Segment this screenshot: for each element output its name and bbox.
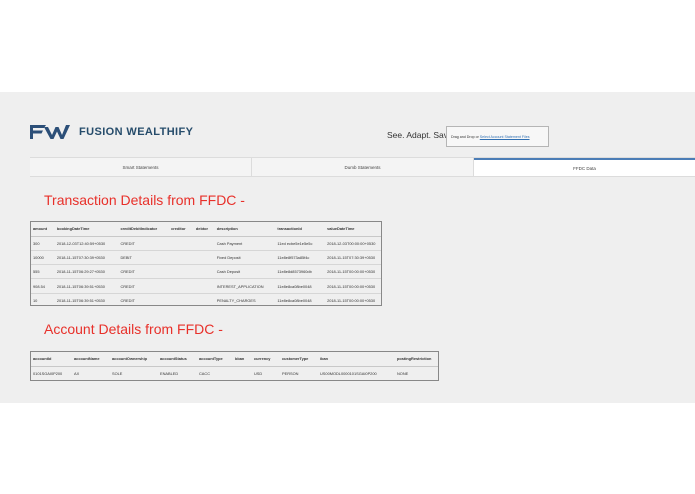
drop-zone-text: Drag and Drop or [451, 134, 479, 139]
table-header-row: amount bookingDateTime creditDebitIndica… [31, 222, 381, 237]
table-cell: PENALTY_CHARGES [214, 293, 276, 305]
table-cell: ENABLED [158, 366, 197, 380]
column-header: creditor [169, 222, 194, 237]
tab-dumb-statements[interactable]: Dumb Statements [252, 158, 474, 176]
table-header-row: accountId accountName accountOwnership a… [31, 352, 438, 367]
table-cell: 2018-11-15T06:39:51+0530 [54, 293, 119, 305]
tab-ffdc-data[interactable]: FFDC Data [474, 158, 695, 176]
column-header: debtor [193, 222, 215, 237]
table-cell: 11ed ecbe5e1e5e5c [275, 236, 326, 251]
table-row: 555 2018-11-15T06:29:27+0530 CREDIT Cash… [31, 264, 381, 280]
tagline: See. Adapt. Save. [387, 130, 456, 140]
transaction-details-title: Transaction Details from FFDC - [44, 192, 245, 208]
table-cell: US00MODL0000101SGAI0P200 [318, 366, 395, 380]
table-cell: 11e8e8d8573960db [275, 264, 326, 280]
column-header: creditDebitIndicator [118, 222, 170, 237]
fw-logo-icon [30, 125, 70, 139]
accounts-table-container[interactable]: accountId accountName accountOwnership a… [30, 351, 439, 381]
account-details-title: Account Details from FFDC - [44, 321, 223, 337]
table-cell: 2018-12-03T00:00:00+0530 [325, 236, 381, 251]
table-cell: Cash Deposit [214, 264, 276, 280]
table-cell [233, 366, 252, 380]
table-cell: CREDIT [118, 236, 170, 251]
tab-smart-statements[interactable]: Smart Statements [30, 158, 252, 176]
column-header: postingRestriction [395, 352, 438, 367]
table-row: 908.54 2018-11-15T06:39:51+0530 CREDIT I… [31, 278, 381, 294]
brand-name: FUSION WEALTHIFY [79, 126, 194, 138]
table-row: 10000 2018-11-15T07:30:39+0530 DEBIT Fix… [31, 250, 381, 266]
table-cell: 908.54 [31, 278, 55, 294]
column-header: valueDateTime [325, 222, 381, 237]
table-cell: 2018-11-15T06:29:27+0530 [54, 264, 119, 280]
table-cell: CREDIT [118, 264, 170, 280]
column-header: iban [318, 352, 395, 367]
table-cell: Fixed Deposit [214, 250, 276, 266]
column-header: bban [233, 352, 252, 367]
transactions-table-container[interactable]: amount bookingDateTime creditDebitIndica… [30, 221, 382, 306]
table-cell: AX [72, 366, 110, 380]
column-header: accountStatus [158, 352, 197, 367]
transactions-table: amount bookingDateTime creditDebitIndica… [31, 222, 381, 305]
select-files-link[interactable]: Select Account Statement Files [480, 135, 530, 139]
table-cell [193, 278, 215, 294]
table-cell [169, 293, 194, 305]
table-cell: 2018-11-15T00:00:00+0530 [325, 264, 381, 280]
table-cell: PERSON [280, 366, 318, 380]
column-header: bookingDateTime [54, 222, 119, 237]
table-cell: INTEREST_APPLICATION [214, 278, 276, 294]
column-header: accountName [72, 352, 110, 367]
table-cell [193, 293, 215, 305]
column-header: amount [31, 222, 55, 237]
brand-logo[interactable]: FUSION WEALTHIFY [30, 125, 193, 139]
table-cell [169, 236, 194, 251]
table-cell: NONE [395, 366, 438, 380]
table-cell [169, 264, 194, 280]
table-cell [169, 250, 194, 266]
table-cell: SOLE [110, 366, 158, 380]
table-cell: 2018-11-15T07:30:39+0530 [54, 250, 119, 266]
table-row: 0101SGAI0P200 AX SOLE ENABLED CACC USD P… [31, 366, 438, 380]
table-cell: 2018-11-15T06:39:51+0530 [54, 278, 119, 294]
table-cell: 2018-11-15T07:30:39+0530 [325, 250, 381, 266]
table-cell: 300 [31, 236, 55, 251]
table-cell: 0101SGAI0P200 [31, 366, 72, 380]
file-drop-zone[interactable]: Drag and Drop or Select Account Statemen… [446, 126, 549, 147]
table-cell: USD [252, 366, 280, 380]
table-cell [193, 236, 215, 251]
accounts-table: accountId accountName accountOwnership a… [31, 352, 438, 380]
app-container: FUSION WEALTHIFY See. Adapt. Save. Drag … [0, 92, 695, 403]
table-cell: CREDIT [118, 293, 170, 305]
table-cell: 2018-12-03T12:40:59+0530 [54, 236, 119, 251]
table-cell [193, 250, 215, 266]
table-cell: 11e8e8f573a85f4c [275, 250, 326, 266]
column-header: accountId [31, 352, 72, 367]
table-cell: 10 [31, 293, 55, 305]
table-cell: DEBIT [118, 250, 170, 266]
column-header: description [214, 222, 276, 237]
table-cell: CACC [197, 366, 233, 380]
column-header: customerType [280, 352, 318, 367]
column-header: accountType [197, 352, 233, 367]
table-cell [193, 264, 215, 280]
table-cell: 10000 [31, 250, 55, 266]
column-header: transactionId [275, 222, 326, 237]
column-header: accountOwnership [110, 352, 158, 367]
table-cell: 555 [31, 264, 55, 280]
table-cell: Cash Payment [214, 236, 276, 251]
column-header: currency [252, 352, 280, 367]
table-row: 300 2018-12-03T12:40:59+0530 CREDIT Cash… [31, 236, 381, 251]
table-cell: 11e8e8ca08be0048 [275, 278, 326, 294]
table-cell: 11e8e8ca08be0048 [275, 293, 326, 305]
table-cell: CREDIT [118, 278, 170, 294]
table-cell: 2018-11-15T00:00:00+0530 [325, 278, 381, 294]
table-cell: 2018-11-15T00:00:00+0530 [325, 293, 381, 305]
table-cell [169, 278, 194, 294]
tab-bar: Smart Statements Dumb Statements FFDC Da… [30, 157, 695, 177]
table-row: 10 2018-11-15T06:39:51+0530 CREDIT PENAL… [31, 293, 381, 305]
